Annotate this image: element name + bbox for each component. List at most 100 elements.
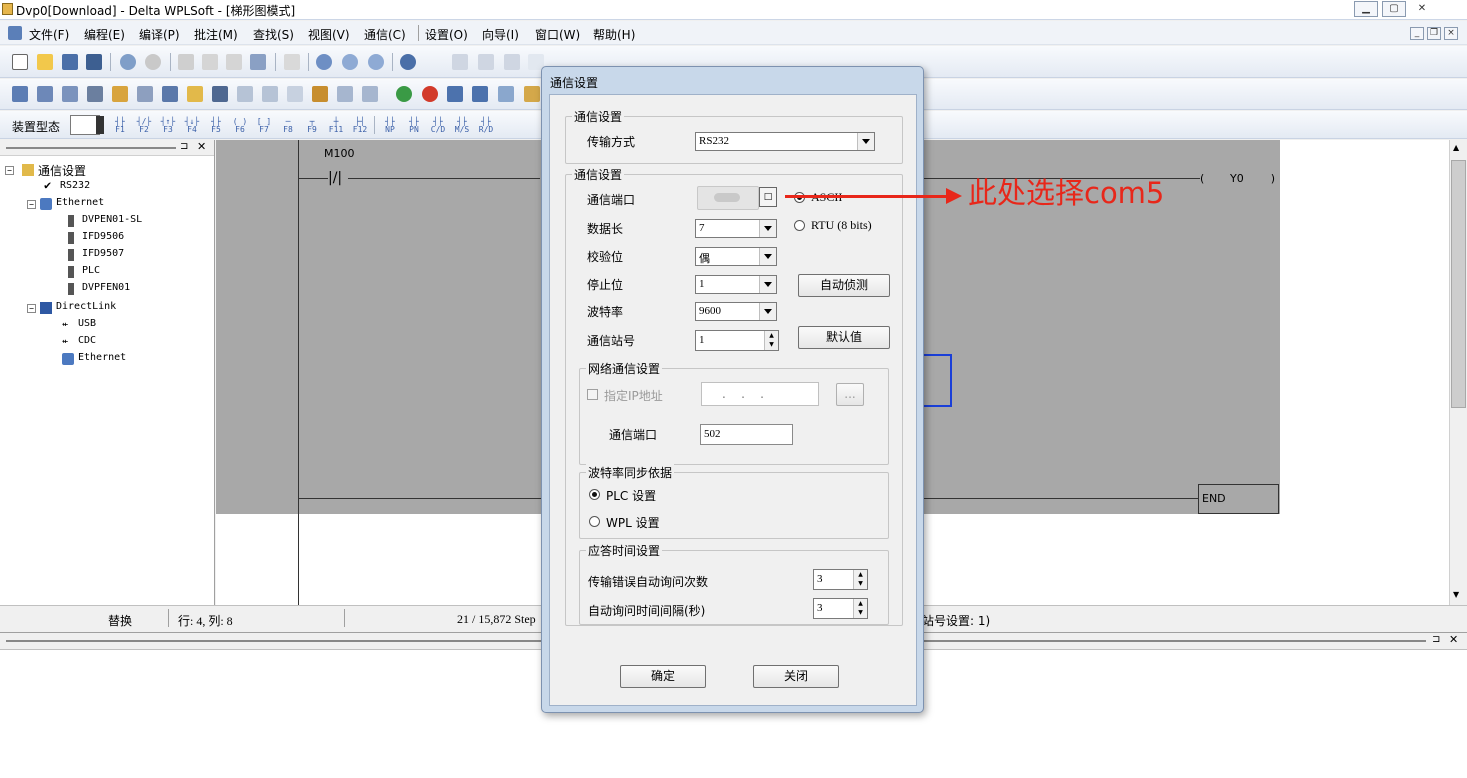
fkey-button[interactable]: ┤├ M/S [452, 118, 472, 134]
ip-address-field[interactable]: . . . [701, 382, 819, 406]
mode-rtu-radio[interactable] [794, 220, 805, 231]
fkey-button[interactable]: ├┤ F12 [350, 118, 370, 134]
panel-dock-icon[interactable]: ⊐ [1432, 634, 1440, 645]
fkey-button[interactable]: ┼ F11 [326, 118, 346, 134]
menu-help[interactable]: 帮助(H) [593, 26, 635, 43]
register-icon[interactable] [162, 86, 178, 102]
paste-icon[interactable] [226, 54, 242, 70]
parity-select[interactable]: 偶 [695, 247, 777, 266]
cut-icon[interactable] [178, 54, 194, 70]
chevron-down-icon[interactable] [759, 303, 776, 320]
verify-icon[interactable] [287, 86, 303, 102]
stepper-arrows-icon[interactable]: ▲ ▼ [853, 599, 867, 618]
online-icon[interactable] [120, 54, 136, 70]
chevron-down-icon[interactable] [759, 276, 776, 293]
sync-wpl-radio[interactable] [589, 516, 600, 527]
save-icon[interactable] [62, 54, 78, 70]
mdi-minimize-icon[interactable]: _ [1410, 27, 1424, 40]
chevron-down-icon[interactable] [759, 248, 776, 265]
retry-count-stepper[interactable]: 3 ▲ ▼ [813, 569, 868, 590]
menu-comment[interactable]: 批注(M) [194, 26, 238, 43]
fkey-button[interactable]: ┤├ C/D [428, 118, 448, 134]
ip-checkbox[interactable] [587, 389, 598, 400]
check-icon[interactable] [504, 54, 520, 70]
fkey-button[interactable]: ┤↑├ F3 [158, 118, 178, 134]
close-button[interactable]: 关闭 [753, 665, 839, 688]
close-icon[interactable]: ✕ [1410, 1, 1434, 17]
transfer-icon[interactable] [312, 86, 328, 102]
stepper-arrows-icon[interactable]: ▲ ▼ [853, 570, 867, 589]
table-icon[interactable] [337, 86, 353, 102]
menu-view[interactable]: 视图(V) [308, 26, 350, 43]
sync-plc-radio[interactable] [589, 489, 600, 500]
port-select[interactable] [697, 186, 759, 210]
download-icon[interactable] [472, 86, 488, 102]
tree-collapse-icon[interactable]: − [27, 304, 36, 313]
tree-collapse-icon[interactable]: − [27, 200, 36, 209]
fkey-button[interactable]: ┬ F9 [302, 118, 322, 134]
upload-icon[interactable] [447, 86, 463, 102]
transfer-mode-select[interactable]: RS232 [695, 132, 875, 151]
fkey-button[interactable]: ( ) F6 [230, 118, 250, 134]
port-browse-button[interactable]: □ [759, 187, 777, 207]
com-port-icon[interactable] [524, 86, 540, 102]
ladder-mode-icon[interactable] [12, 86, 28, 102]
zoom-in-icon[interactable] [342, 54, 358, 70]
fkey-button[interactable]: ┤├ R/D [476, 118, 496, 134]
scroll-up-icon[interactable]: ▲ [1453, 143, 1459, 152]
comment-icon[interactable] [187, 86, 203, 102]
chevron-down-icon[interactable] [759, 220, 776, 237]
auto-detect-button[interactable]: 自动侦测 [798, 274, 890, 297]
fkey-button[interactable]: ┤├ F5 [206, 118, 226, 134]
menu-window[interactable]: 窗口(W) [535, 26, 580, 43]
new-file-icon[interactable] [12, 54, 28, 70]
station-stepper[interactable]: 1 ▲ ▼ [695, 330, 779, 351]
baud-rate-select[interactable]: 9600 [695, 302, 777, 321]
erase-icon[interactable] [250, 54, 266, 70]
device-icon[interactable] [137, 86, 153, 102]
panel-close-icon[interactable]: ✕ [1449, 633, 1458, 646]
sfc-mode-icon[interactable] [62, 86, 78, 102]
menu-search[interactable]: 查找(S) [253, 26, 294, 43]
save-as-icon[interactable] [86, 54, 102, 70]
run-icon[interactable] [396, 86, 412, 102]
network-port-field[interactable]: 502 [700, 424, 793, 445]
decompile-icon[interactable] [478, 54, 494, 70]
end-instruction[interactable]: END [1198, 484, 1279, 514]
compile-icon[interactable] [452, 54, 468, 70]
undo-icon[interactable] [284, 54, 300, 70]
help-icon[interactable] [400, 54, 416, 70]
data-length-select[interactable]: 7 [695, 219, 777, 238]
menu-compile[interactable]: 编译(P) [139, 26, 180, 43]
scroll-thumb[interactable] [1451, 160, 1466, 408]
chevron-down-icon[interactable] [857, 133, 874, 150]
instruction-mode-icon[interactable] [37, 86, 53, 102]
nc-contact[interactable]: |/| [328, 170, 348, 188]
mdi-restore-icon[interactable]: ❐ [1427, 27, 1441, 40]
panel-dock-icon[interactable]: ⊐ [180, 141, 188, 152]
ip-browse-button[interactable]: ... [836, 383, 864, 406]
fkey-button[interactable]: [ ] F7 [254, 118, 274, 134]
vertical-scrollbar[interactable]: ▲ ▼ [1449, 140, 1467, 605]
mdi-close-icon[interactable]: × [1444, 27, 1458, 40]
retry-interval-stepper[interactable]: 3 ▲ ▼ [813, 598, 868, 619]
maximize-icon[interactable]: ▢ [1382, 1, 1406, 17]
ok-button[interactable]: 确定 [620, 665, 706, 688]
pen-icon[interactable] [212, 86, 228, 102]
panel-close-icon[interactable]: ✕ [197, 140, 206, 153]
stepper-arrows-icon[interactable]: ▲ ▼ [764, 331, 778, 350]
copy-icon[interactable] [202, 54, 218, 70]
menu-file[interactable]: 文件(F) [29, 26, 69, 43]
edit-mode-icon[interactable] [112, 86, 128, 102]
zoom-out-icon[interactable] [368, 54, 384, 70]
fkey-button[interactable]: ─ F8 [278, 118, 298, 134]
fkey-button[interactable]: ┤/├ F2 [134, 118, 154, 134]
menu-edit[interactable]: 编程(E) [84, 26, 125, 43]
tree-collapse-icon[interactable]: − [5, 166, 14, 175]
stop-icon[interactable] [422, 86, 438, 102]
write-icon[interactable] [262, 86, 278, 102]
monitor-icon[interactable] [87, 86, 103, 102]
zoom-search-icon[interactable] [316, 54, 332, 70]
device-type-dropdown-icon[interactable] [96, 116, 104, 134]
fkey-button[interactable]: ┤├ NP [380, 118, 400, 134]
